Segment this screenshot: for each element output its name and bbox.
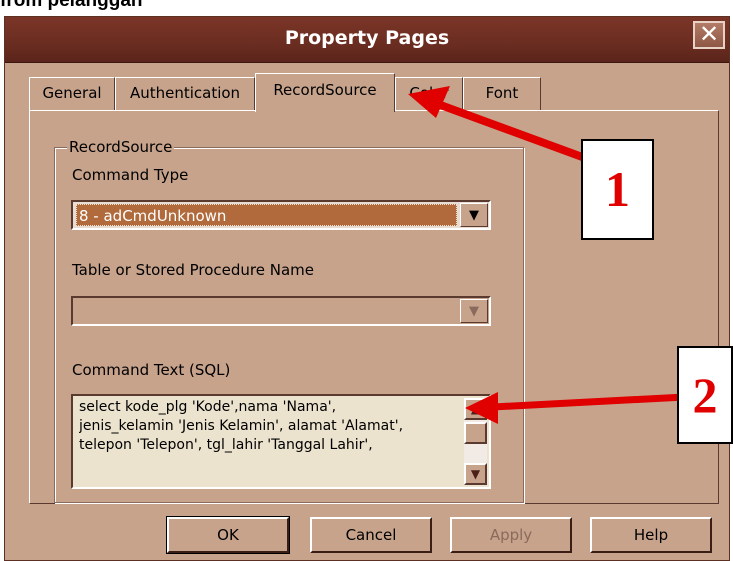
callout-1: 1 (581, 139, 654, 240)
tab-recordsource[interactable]: RecordSource (255, 73, 395, 112)
arrow-2 (465, 392, 686, 424)
callout-2: 2 (677, 346, 733, 444)
arrow-1 (408, 86, 587, 162)
